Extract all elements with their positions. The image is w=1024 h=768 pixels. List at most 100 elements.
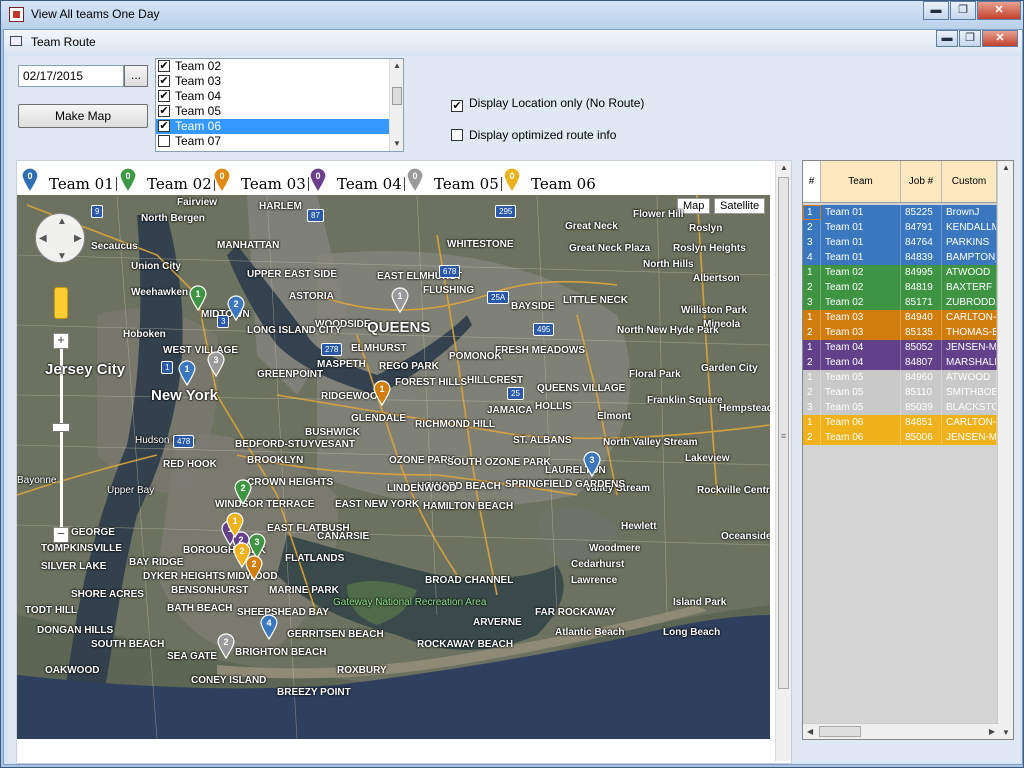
map-scrollbar[interactable]: ▲ ≡	[775, 161, 791, 761]
pan-down-icon[interactable]: ▼	[57, 251, 67, 262]
team-list-label: Team 05	[175, 104, 222, 118]
grid-scroll-left-icon[interactable]: ◀	[807, 727, 813, 736]
outer-title-bar[interactable]: View All teams One Day ▬ ❐ ✕	[1, 1, 1023, 29]
col-job-header[interactable]: Job #	[901, 161, 942, 202]
team-checkbox[interactable]: ✔	[158, 75, 170, 87]
display-optimized-checkbox[interactable]	[451, 129, 463, 141]
map-pan-control[interactable]: ▲ ▼ ◀ ▶	[35, 213, 85, 263]
map-marker-icon[interactable]: 4	[259, 612, 279, 640]
team-checkbox[interactable]: ✔	[158, 60, 170, 72]
grid-scroll-right-icon[interactable]: ▶	[989, 727, 995, 736]
pan-right-icon[interactable]: ▶	[74, 233, 82, 244]
table-row[interactable]: 2 Team 03 85135 THOMAS-Bi	[803, 325, 997, 340]
customer-cell: BrownJ	[942, 205, 997, 220]
row-number-cell: 4	[803, 250, 821, 265]
table-row[interactable]: 1 Team 04 85052 JENSEN-M	[803, 340, 997, 355]
map-marker-icon[interactable]: 3	[582, 449, 602, 477]
zoom-out-button[interactable]: −	[53, 527, 69, 543]
team-checkbox[interactable]	[158, 135, 170, 147]
map-marker-icon[interactable]: 2	[233, 477, 253, 505]
table-row[interactable]: 4 Team 01 84839 BAMPTON_	[803, 250, 997, 265]
street-view-pegman-icon[interactable]	[54, 287, 68, 319]
satellite-map[interactable]: Map Satellite ▲ ▼ ◀ ▶ + − Fairview North …	[17, 195, 770, 739]
scroll-thumb[interactable]	[392, 87, 402, 105]
grid-scroll-down-icon[interactable]: ▼	[1002, 728, 1010, 737]
map-marker-icon[interactable]: 1	[188, 283, 208, 311]
inner-maximize-button[interactable]: ❐	[959, 30, 981, 47]
team-list-item[interactable]: ✔ Team 02	[156, 59, 403, 74]
make-map-button[interactable]: Make Map	[18, 104, 148, 128]
zoom-in-button[interactable]: +	[53, 333, 69, 349]
map-marker-icon: 0	[501, 165, 523, 197]
map-place-label: Garden City	[701, 363, 758, 374]
legend-label: Team 03	[241, 175, 306, 193]
inner-title-bar[interactable]: Team Route ▬ ❐ ✕	[4, 30, 1022, 54]
table-row[interactable]: 1 Team 02 84995 ATWOOD	[803, 265, 997, 280]
date-picker-button[interactable]: ...	[124, 65, 148, 87]
table-row[interactable]: 1Team 0684851CARLTON-K	[803, 415, 997, 430]
map-marker-icon[interactable]: 2	[232, 540, 252, 568]
display-location-only-checkbox[interactable]: ✔	[451, 100, 463, 112]
map-marker-icon[interactable]: 2	[226, 293, 246, 321]
col-num-header[interactable]: #	[803, 161, 821, 202]
team-checklist[interactable]: ✔ Team 02 ✔ Team 03 ✔ Team 04 ✔ Team 05 ✔ Team 06…	[155, 58, 404, 152]
map-marker-icon[interactable]: 1	[372, 378, 392, 406]
close-button[interactable]: ✕	[977, 1, 1021, 20]
table-row[interactable]: 3 Team 01 84764 PARKINS	[803, 235, 997, 250]
minimize-button[interactable]: ▬	[923, 1, 949, 20]
zoom-slider-knob[interactable]	[52, 423, 70, 432]
inner-minimize-button[interactable]: ▬	[936, 30, 958, 47]
table-row[interactable]: 1Team 0384940CARLTON-K	[803, 310, 997, 325]
map-place-label: Jersey City	[45, 361, 126, 378]
scroll-up-arrow-icon[interactable]: ▲	[390, 59, 403, 73]
map-marker-icon[interactable]: 1	[225, 510, 245, 538]
map-place-label: Long Beach	[663, 627, 721, 638]
map-place-label: ROXBURY	[337, 665, 387, 676]
table-row[interactable]: 3 Team 02 85171 ZUBRODDA	[803, 295, 997, 310]
team-checkbox[interactable]: ✔	[158, 120, 170, 132]
scroll-down-arrow-icon[interactable]: ▼	[390, 137, 403, 151]
map-marker-icon[interactable]: 3	[206, 349, 226, 377]
job-number-cell: 84807	[901, 355, 942, 370]
pan-up-icon[interactable]: ▲	[57, 216, 67, 227]
map-place-label: Hoboken	[123, 329, 166, 340]
map-marker-icon[interactable]: 1	[390, 285, 410, 313]
date-field[interactable]: 02/17/2015	[18, 65, 124, 87]
maximize-button[interactable]: ❐	[950, 1, 976, 20]
grid-scroll-up-icon[interactable]: ▲	[1002, 163, 1010, 172]
table-row[interactable]: 2 Team 01 84791 KENDALLM	[803, 220, 997, 235]
team-list-item[interactable]: ✔ Team 06	[156, 119, 389, 134]
team-list-scrollbar[interactable]: ▲ ▼	[389, 59, 403, 151]
map-marker-icon[interactable]: 1	[177, 358, 197, 386]
table-row[interactable]: 1 Team 05 84960 ATWOOD	[803, 370, 997, 385]
team-checkbox[interactable]: ✔	[158, 105, 170, 117]
table-row[interactable]: 1 Team 01 85225 BrownJ	[803, 205, 997, 220]
inner-close-button[interactable]: ✕	[982, 30, 1018, 47]
team-list-item[interactable]: Team 07	[156, 134, 403, 149]
map-marker-icon[interactable]: 2	[216, 631, 236, 659]
team-list-item[interactable]: ✔ Team 05	[156, 104, 403, 119]
map-type-satellite-button[interactable]: Satellite	[714, 198, 766, 214]
table-row[interactable]: 3 Team 05 85039 BLACKSTO	[803, 400, 997, 415]
col-team-header[interactable]: Team	[821, 161, 901, 202]
display-optimized-option[interactable]: Display optimized route info	[451, 128, 616, 142]
svg-text:2: 2	[223, 637, 228, 647]
customer-cell: CARLTON-K	[942, 415, 997, 430]
team-list-item[interactable]: ✔ Team 03	[156, 74, 403, 89]
table-row[interactable]: 2 Team 05 85110 SMITHBOB	[803, 385, 997, 400]
grid-hscroll-thumb[interactable]	[819, 726, 861, 737]
table-row[interactable]: 2 Team 02 84819 BAXTERF	[803, 280, 997, 295]
pan-left-icon[interactable]: ◀	[39, 233, 47, 244]
table-row[interactable]: 2 Team 06 85006 JENSEN-M	[803, 430, 997, 445]
map-place-label: North Hills	[643, 259, 694, 270]
grid-horizontal-scrollbar[interactable]: ◀ ▶	[803, 723, 999, 739]
map-scroll-up-icon[interactable]: ▲	[780, 163, 788, 172]
display-location-only-option[interactable]: ✔ Display Location only (No Route)	[451, 96, 644, 112]
col-customer-header[interactable]: Custom	[942, 161, 997, 202]
team-checkbox[interactable]: ✔	[158, 90, 170, 102]
svg-text:2: 2	[233, 299, 238, 309]
table-row[interactable]: 2 Team 04 84807 MARSHALL	[803, 355, 997, 370]
customer-cell: KENDALLM	[942, 220, 997, 235]
team-list-item[interactable]: ✔ Team 04	[156, 89, 403, 104]
grid-vertical-scrollbar[interactable]: ▲ ▼	[997, 161, 1013, 739]
